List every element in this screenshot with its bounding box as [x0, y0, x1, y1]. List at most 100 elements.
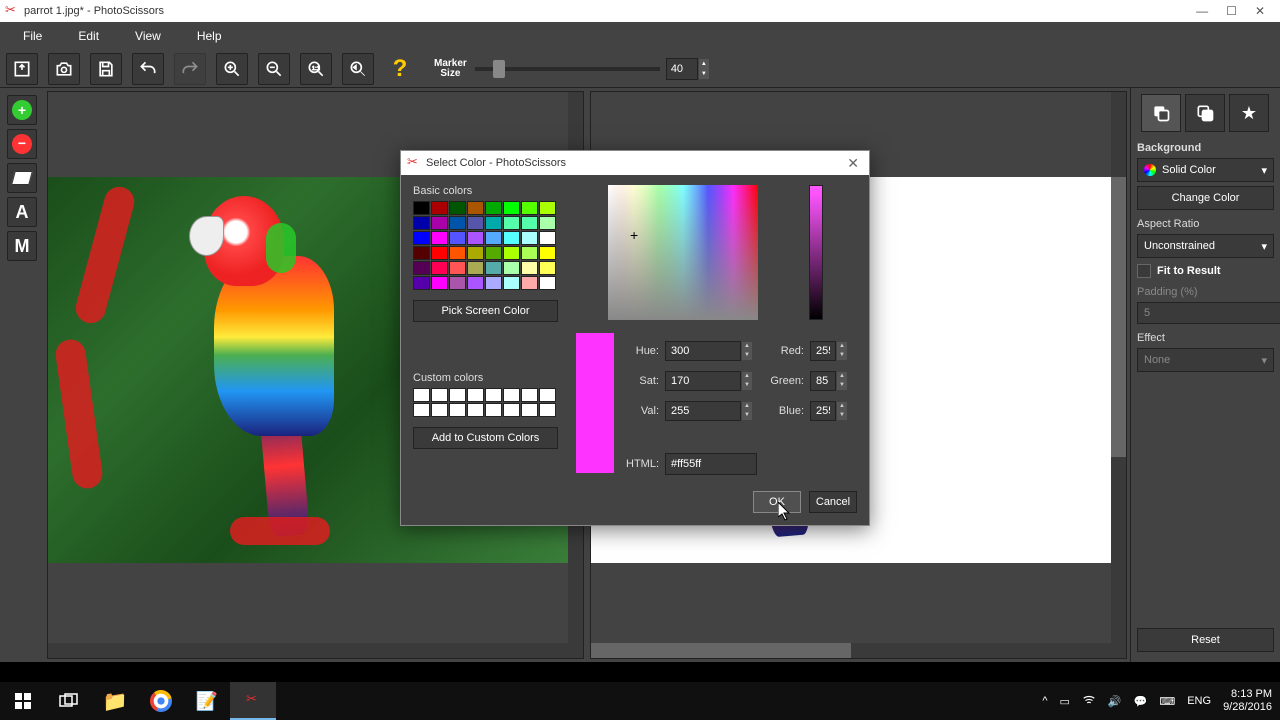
- val-spinner[interactable]: ▲▼: [742, 402, 752, 420]
- photoscissors-taskbar[interactable]: [230, 682, 276, 720]
- tray-language[interactable]: ENG: [1187, 695, 1211, 707]
- aspect-ratio-dropdown[interactable]: Unconstrained▾: [1137, 234, 1274, 258]
- zoom-fit-button[interactable]: [342, 53, 374, 85]
- basic-swatch[interactable]: [539, 231, 556, 245]
- scrollbar-horizontal[interactable]: [591, 643, 1111, 658]
- effect-dropdown[interactable]: None▾: [1137, 348, 1274, 372]
- custom-swatch[interactable]: [467, 403, 484, 417]
- basic-swatch[interactable]: [413, 246, 430, 260]
- basic-swatch[interactable]: [431, 276, 448, 290]
- basic-swatch[interactable]: [467, 276, 484, 290]
- custom-swatch[interactable]: [449, 388, 466, 402]
- custom-swatch[interactable]: [431, 403, 448, 417]
- basic-swatch[interactable]: [503, 246, 520, 260]
- red-spinner[interactable]: ▲▼: [837, 342, 847, 360]
- foreground-marker-tool[interactable]: +: [7, 95, 37, 125]
- basic-swatch[interactable]: [485, 231, 502, 245]
- custom-swatch[interactable]: [467, 388, 484, 402]
- fit-to-result-checkbox[interactable]: [1137, 264, 1151, 278]
- menu-edit[interactable]: Edit: [60, 24, 117, 48]
- custom-swatch[interactable]: [503, 388, 520, 402]
- tray-wifi-icon[interactable]: [1082, 693, 1096, 710]
- basic-swatch[interactable]: [503, 216, 520, 230]
- tray-clock[interactable]: 8:13 PM 9/28/2016: [1223, 688, 1272, 714]
- tray-notification-icon[interactable]: 💬: [1134, 695, 1148, 708]
- basic-swatch[interactable]: [467, 201, 484, 215]
- basic-swatch[interactable]: [485, 261, 502, 275]
- change-color-button[interactable]: Change Color: [1137, 186, 1274, 210]
- open-button[interactable]: [6, 53, 38, 85]
- custom-swatch[interactable]: [413, 403, 430, 417]
- saturation-value-picker[interactable]: +: [608, 185, 758, 320]
- basic-swatch[interactable]: [503, 201, 520, 215]
- tray-keyboard-icon[interactable]: ⌨: [1159, 695, 1175, 708]
- tray-chevron-icon[interactable]: ^: [1042, 695, 1047, 707]
- dialog-titlebar[interactable]: Select Color - PhotoScissors ✕: [401, 151, 869, 175]
- basic-swatch[interactable]: [539, 246, 556, 260]
- start-button[interactable]: [0, 682, 46, 720]
- manual-tool[interactable]: M: [7, 231, 37, 261]
- basic-swatch[interactable]: [521, 216, 538, 230]
- marker-size-input[interactable]: [666, 58, 698, 80]
- close-button[interactable]: ✕: [1255, 4, 1265, 18]
- camera-button[interactable]: [48, 53, 80, 85]
- dialog-close-button[interactable]: ✕: [843, 155, 863, 172]
- basic-swatch[interactable]: [449, 276, 466, 290]
- basic-swatch[interactable]: [485, 246, 502, 260]
- save-button[interactable]: [90, 53, 122, 85]
- custom-swatch[interactable]: [521, 403, 538, 417]
- background-mode-dropdown[interactable]: Solid Color▾: [1137, 158, 1274, 182]
- basic-swatch[interactable]: [413, 261, 430, 275]
- basic-swatch[interactable]: [413, 276, 430, 290]
- marker-size-spinner[interactable]: ▲▼: [699, 59, 709, 79]
- basic-swatch[interactable]: [413, 216, 430, 230]
- basic-swatch[interactable]: [503, 276, 520, 290]
- zoom-actual-button[interactable]: 1:1: [300, 53, 332, 85]
- scrollbar-horizontal[interactable]: [48, 643, 568, 658]
- marker-size-slider[interactable]: [475, 67, 660, 71]
- basic-swatch[interactable]: [467, 216, 484, 230]
- basic-swatch[interactable]: [467, 246, 484, 260]
- tab-background[interactable]: [1141, 94, 1181, 132]
- hue-slider[interactable]: [809, 185, 823, 320]
- basic-swatch[interactable]: [485, 216, 502, 230]
- custom-swatch[interactable]: [521, 388, 538, 402]
- basic-swatch[interactable]: [449, 201, 466, 215]
- pick-screen-color-button[interactable]: Pick Screen Color: [413, 300, 558, 322]
- basic-swatch[interactable]: [413, 201, 430, 215]
- sat-spinner[interactable]: ▲▼: [742, 372, 752, 390]
- basic-swatch[interactable]: [539, 201, 556, 215]
- basic-swatch[interactable]: [431, 216, 448, 230]
- basic-swatch[interactable]: [431, 246, 448, 260]
- custom-swatch[interactable]: [485, 403, 502, 417]
- blue-spinner[interactable]: ▲▼: [837, 402, 847, 420]
- basic-swatch[interactable]: [485, 201, 502, 215]
- basic-swatch[interactable]: [485, 276, 502, 290]
- ok-button[interactable]: OK: [753, 491, 801, 513]
- basic-swatch[interactable]: [431, 261, 448, 275]
- basic-swatch[interactable]: [467, 261, 484, 275]
- custom-swatch[interactable]: [539, 403, 556, 417]
- hue-spinner[interactable]: ▲▼: [742, 342, 752, 360]
- tab-foreground[interactable]: [1185, 94, 1225, 132]
- custom-swatch[interactable]: [539, 388, 556, 402]
- val-input[interactable]: [665, 401, 741, 421]
- chrome-taskbar[interactable]: [138, 682, 184, 720]
- help-button[interactable]: ?: [384, 53, 416, 85]
- undo-button[interactable]: [132, 53, 164, 85]
- custom-swatch[interactable]: [431, 388, 448, 402]
- maximize-button[interactable]: ☐: [1226, 4, 1237, 18]
- basic-swatch[interactable]: [521, 201, 538, 215]
- basic-swatch[interactable]: [539, 276, 556, 290]
- custom-swatch[interactable]: [413, 388, 430, 402]
- redo-button[interactable]: [174, 53, 206, 85]
- sat-input[interactable]: [665, 371, 741, 391]
- eraser-tool[interactable]: [7, 163, 37, 193]
- tray-battery-icon[interactable]: ▭: [1060, 695, 1070, 708]
- html-input[interactable]: [665, 453, 757, 475]
- notepad-taskbar[interactable]: 📝: [184, 682, 230, 720]
- file-explorer-taskbar[interactable]: 📁: [92, 682, 138, 720]
- basic-swatch[interactable]: [413, 231, 430, 245]
- tab-effects[interactable]: ★: [1229, 94, 1269, 132]
- basic-swatch[interactable]: [503, 231, 520, 245]
